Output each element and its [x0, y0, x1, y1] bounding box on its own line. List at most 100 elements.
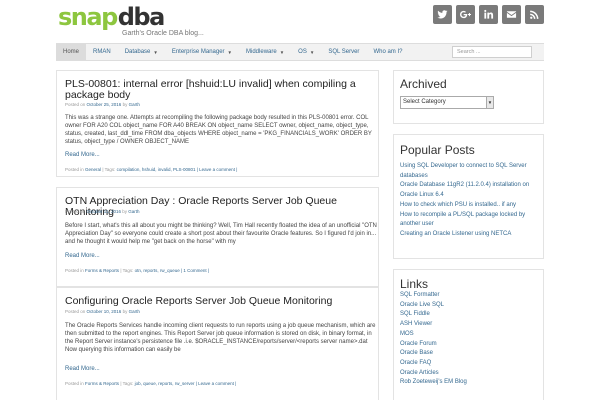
- post-card: PLS-00801: internal error [hshuid:LU inv…: [56, 70, 379, 177]
- popular-post-link[interactable]: Using SQL Developer to connect to SQL Se…: [400, 162, 540, 181]
- nav-item-label: RMAN: [93, 49, 111, 55]
- post-category[interactable]: General: [85, 167, 101, 172]
- read-more-link[interactable]: Read More...: [65, 253, 100, 259]
- meta-by: by: [122, 102, 128, 107]
- links-widget: Links SQL Formatter Oracle Live SQL SQL …: [393, 269, 544, 400]
- meta-by: by: [122, 309, 128, 314]
- chevron-down-icon: ▼: [279, 49, 285, 55]
- nav-item-label: Who am I?: [373, 49, 403, 55]
- search-input[interactable]: Search ...: [452, 46, 532, 58]
- popular-post-link[interactable]: How to recompile a PL/SQL package locked…: [400, 211, 540, 230]
- foot-tags-label: | Tags:: [120, 381, 134, 386]
- post-date[interactable]: October 25, 2016: [87, 102, 122, 107]
- main-navigation: Home RMAN Database ▼ Enterprise Manager …: [56, 43, 544, 61]
- post-meta: Posted on October 11, 2016 by Garth: [65, 209, 140, 214]
- read-more-link[interactable]: Read More...: [65, 152, 100, 158]
- foot-tags-label: | Tags:: [120, 268, 134, 273]
- popular-post-link[interactable]: Creating an Oracle Listener using NETCA: [400, 230, 540, 240]
- foot-tags-label: | Tags:: [102, 167, 116, 172]
- post-author[interactable]: Garth: [128, 209, 139, 214]
- post-category[interactable]: Forms & Reports: [85, 381, 119, 386]
- popular-posts-widget: Popular Posts Using SQL Developer to con…: [393, 134, 544, 259]
- mail-icon[interactable]: [502, 5, 521, 24]
- meta-prefix: Posted on: [65, 309, 86, 314]
- rss-icon[interactable]: [525, 5, 544, 24]
- post-tags[interactable]: job, queue, reports, rw_server: [135, 381, 195, 386]
- post-date[interactable]: October 11, 2016: [87, 209, 121, 214]
- post-excerpt: Before I start, what's this all about yo…: [65, 223, 377, 245]
- post-title[interactable]: OTN Appreciation Day : Oracle Reports Se…: [65, 196, 375, 218]
- nav-item-os[interactable]: OS ▼: [291, 44, 321, 60]
- site-tagline: Garth's Oracle DBA blog...: [122, 30, 204, 37]
- comment-link[interactable]: | Leave a comment |: [197, 167, 238, 172]
- nav-item-rman[interactable]: RMAN: [86, 44, 118, 60]
- nav-item-label: OS: [298, 49, 307, 55]
- logo-text-snap: snap: [58, 3, 118, 31]
- widget-title: Archived: [400, 77, 447, 91]
- comment-link[interactable]: | Leave a comment |: [196, 381, 237, 386]
- meta-by: by: [122, 209, 128, 214]
- popular-post-link[interactable]: Oracle Database 11gR2 (11.2.0.4) install…: [400, 181, 540, 200]
- nav-item-home[interactable]: Home: [56, 44, 87, 60]
- post-category[interactable]: Forms & Reports: [85, 268, 119, 273]
- chevron-down-icon: ▼: [486, 97, 493, 108]
- nav-item-label: Middleware: [246, 49, 277, 55]
- post-meta: Posted on October 10, 2016 by Garth: [65, 309, 140, 314]
- select-value: Select Category: [403, 99, 446, 105]
- links-list: SQL Formatter Oracle Live SQL SQL Fiddle…: [400, 291, 540, 388]
- nav-item-middleware[interactable]: Middleware ▼: [239, 44, 291, 60]
- post-card: OTN Appreciation Day : Oracle Reports Se…: [56, 187, 379, 287]
- post-date[interactable]: October 10, 2016: [87, 309, 122, 314]
- post-tags[interactable]: compilation, hshuid, invalid, PLS-00801: [117, 167, 196, 172]
- post-card: Configuring Oracle Reports Server Job Qu…: [56, 287, 379, 400]
- post-footer: Posted in Forms & Reports | Tags: job, q…: [65, 381, 236, 386]
- nav-item-database[interactable]: Database ▼: [118, 44, 165, 60]
- popular-post-link[interactable]: How to check which PSU is installed.. if…: [400, 201, 540, 211]
- post-author[interactable]: Garth: [129, 102, 140, 107]
- google-plus-icon[interactable]: [456, 5, 475, 24]
- nav-item-who-am-i[interactable]: Who am I?: [366, 44, 409, 60]
- post-title[interactable]: PLS-00801: internal error [hshuid:LU inv…: [65, 79, 365, 101]
- external-link[interactable]: ASH Viewer: [400, 320, 540, 330]
- foot-posted-in: Posted in: [65, 167, 84, 172]
- post-footer: Posted in Forms & Reports | Tags: otn, r…: [65, 268, 209, 273]
- foot-posted-in: Posted in: [65, 381, 84, 386]
- post-meta: Posted on October 25, 2016 by Garth: [65, 102, 140, 107]
- twitter-icon[interactable]: [433, 5, 452, 24]
- comment-link[interactable]: | 1 Comment |: [181, 268, 209, 273]
- nav-item-label: Home: [63, 49, 80, 55]
- social-links: [433, 5, 544, 24]
- external-link[interactable]: MOS: [400, 330, 540, 340]
- widget-title: Links: [400, 277, 429, 291]
- site-logo[interactable]: snap dba: [58, 3, 166, 31]
- archived-widget: Archived Select Category ▼: [393, 70, 544, 124]
- chevron-down-icon: ▼: [153, 49, 158, 55]
- nav-item-label: SQL Server: [328, 49, 360, 55]
- external-link[interactable]: Oracle Forum: [400, 340, 540, 350]
- external-link[interactable]: Oracle FAQ: [400, 359, 540, 369]
- post-excerpt: The Oracle Reports Services handle incom…: [65, 323, 376, 353]
- category-select[interactable]: Select Category ▼: [400, 96, 494, 109]
- chevron-down-icon: ▼: [227, 49, 233, 55]
- read-more-link[interactable]: Read More...: [65, 366, 100, 372]
- external-link[interactable]: SQL Fiddle: [400, 310, 540, 320]
- linkedin-icon[interactable]: [479, 5, 498, 24]
- post-author[interactable]: Garth: [129, 309, 140, 314]
- nav-item-label: Database: [124, 49, 151, 55]
- logo-text-dba: dba: [117, 3, 166, 31]
- nav-item-sql-server[interactable]: SQL Server: [321, 44, 366, 60]
- post-excerpt: This was a strange one. Attempts at reco…: [65, 115, 372, 145]
- external-link[interactable]: Oracle Live SQL: [400, 301, 540, 311]
- foot-posted-in: Posted in: [65, 268, 84, 273]
- post-title[interactable]: Configuring Oracle Reports Server Job Qu…: [65, 296, 375, 307]
- nav-item-enterprise-manager[interactable]: Enterprise Manager ▼: [165, 44, 239, 60]
- nav-item-label: Enterprise Manager: [171, 49, 225, 55]
- external-link[interactable]: SQL Formatter: [400, 291, 540, 301]
- external-link[interactable]: Oracle Articles: [400, 369, 540, 379]
- post-tags[interactable]: otn, reports, rw_queue: [135, 268, 180, 273]
- widget-title: Popular Posts: [400, 143, 475, 157]
- external-link[interactable]: Oracle Base: [400, 349, 540, 359]
- external-link[interactable]: Rob Zoeteweij's EM Blog: [400, 378, 540, 388]
- post-footer: Posted in General | Tags: compilation, h…: [65, 167, 237, 172]
- meta-prefix: Posted on: [65, 209, 86, 214]
